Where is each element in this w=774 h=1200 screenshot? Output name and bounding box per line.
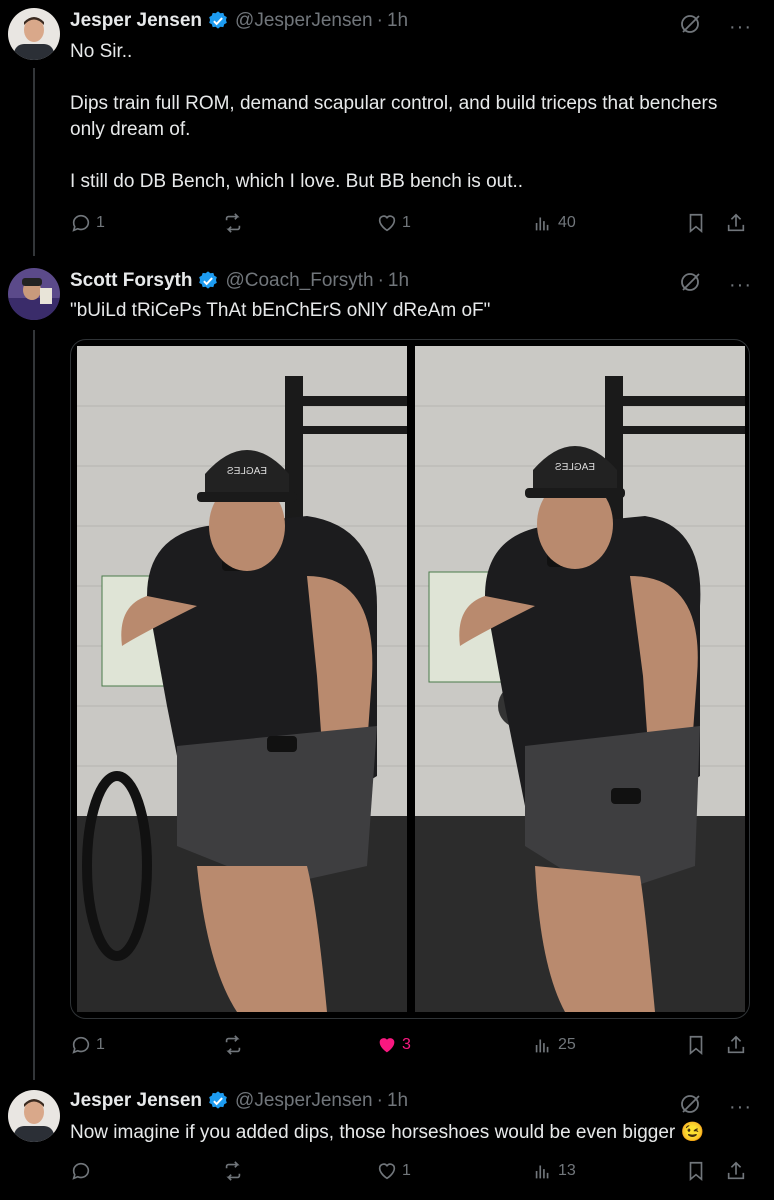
views-button[interactable]: 40 [532, 212, 576, 234]
tweet-actions: 1 13 [70, 1160, 758, 1188]
tweet-header: Jesper Jensen @JesperJensen · 1h [70, 10, 408, 32]
grok-icon[interactable] [679, 12, 703, 41]
repost-icon [225, 213, 241, 233]
share-icon [727, 213, 745, 232]
heart-icon [378, 215, 396, 232]
tweet-header: Jesper Jensen @JesperJensen · 1h [70, 1090, 408, 1112]
view-count: 25 [558, 1036, 576, 1053]
share-button[interactable] [725, 1034, 747, 1056]
grok-icon[interactable] [679, 1092, 703, 1121]
like-button[interactable]: 1 [376, 212, 411, 234]
tweet-3[interactable]: Jesper Jensen @JesperJensen · 1h ··· Now… [0, 1080, 774, 1200]
reply-count: 1 [96, 214, 105, 231]
handle[interactable]: @Coach_Forsyth [225, 270, 373, 292]
repost-button[interactable] [222, 1034, 248, 1056]
heart-icon [379, 1038, 395, 1053]
like-count: 1 [402, 1162, 411, 1179]
handle[interactable]: @JesperJensen [235, 1090, 373, 1112]
verified-badge-icon [207, 10, 229, 32]
share-icon [727, 1035, 745, 1054]
views-button[interactable]: 25 [532, 1034, 576, 1056]
tweet-actions: 1 1 40 [70, 212, 758, 240]
reply-button[interactable]: 1 [70, 1034, 105, 1056]
tweet-top-icons: ··· [679, 1092, 752, 1121]
avatar[interactable] [8, 1090, 60, 1142]
dot-separator: · [377, 270, 384, 291]
repost-button[interactable] [222, 1160, 248, 1182]
bookmark-button[interactable] [685, 1160, 707, 1182]
timestamp[interactable]: 1h [387, 10, 408, 32]
display-name[interactable]: Scott Forsyth [70, 270, 192, 292]
reply-icon [72, 214, 90, 232]
tweet-text: "bUiLd tRiCePs ThAt bEnChErS oNlY dReAm … [70, 300, 491, 321]
repost-icon [225, 1161, 241, 1181]
share-button[interactable] [725, 1160, 747, 1182]
like-button[interactable]: 1 [376, 1160, 411, 1182]
avatar[interactable] [8, 8, 60, 60]
verified-badge-icon [207, 1090, 229, 1112]
reply-count: 1 [96, 1036, 105, 1053]
display-name[interactable]: Jesper Jensen [70, 1090, 202, 1112]
view-count: 13 [558, 1162, 576, 1179]
tweet-top-icons: ··· [679, 270, 752, 299]
grok-icon[interactable] [679, 270, 703, 299]
views-button[interactable]: 13 [532, 1160, 576, 1182]
bookmark-icon [689, 213, 703, 234]
timestamp[interactable]: 1h [387, 1090, 408, 1112]
timestamp[interactable]: 1h [388, 270, 409, 292]
view-count: 40 [558, 214, 576, 231]
verified-badge-icon [197, 270, 219, 292]
dot-separator: · [376, 10, 383, 31]
cap-text: EAGLES [227, 466, 267, 477]
bookmark-icon [689, 1035, 703, 1056]
like-count: 3 [402, 1036, 411, 1053]
tweet-text: No Sir.. Dips train full ROM, demand sca… [70, 41, 718, 192]
share-icon [727, 1161, 745, 1180]
views-icon [535, 217, 549, 231]
handle[interactable]: @JesperJensen [235, 10, 373, 32]
tweet-media[interactable]: EAGLES EAGLES [70, 339, 750, 1019]
heart-icon [378, 1163, 396, 1180]
views-icon [535, 1165, 549, 1179]
bookmark-icon [689, 1161, 703, 1182]
more-icon[interactable]: ··· [729, 1097, 752, 1117]
tweet-header: Scott Forsyth @Coach_Forsyth · 1h [70, 270, 409, 292]
display-name[interactable]: Jesper Jensen [70, 10, 202, 32]
reply-button[interactable] [70, 1160, 96, 1182]
tweet-1[interactable]: Jesper Jensen @JesperJensen · 1h ··· No … [0, 0, 774, 250]
more-icon[interactable]: ··· [729, 17, 752, 37]
bookmark-button[interactable] [685, 1034, 707, 1056]
like-count: 1 [402, 214, 411, 231]
repost-icon [225, 1035, 241, 1055]
views-icon [535, 1039, 549, 1053]
tweet-top-icons: ··· [679, 12, 752, 41]
bookmark-button[interactable] [685, 212, 707, 234]
photo-left[interactable]: EAGLES [77, 346, 407, 1012]
repost-button[interactable] [222, 212, 248, 234]
more-icon[interactable]: ··· [729, 275, 752, 295]
dot-separator: · [376, 1090, 383, 1111]
tweet-text: Now imagine if you added dips, those hor… [70, 1122, 705, 1143]
photo-right[interactable]: EAGLES [415, 346, 745, 1012]
avatar[interactable] [8, 268, 60, 320]
reply-icon [72, 1162, 90, 1180]
like-button[interactable]: 3 [376, 1034, 411, 1056]
reply-button[interactable]: 1 [70, 212, 105, 234]
tweet-actions: 1 3 25 [70, 1034, 758, 1062]
reply-icon [72, 1036, 90, 1054]
share-button[interactable] [725, 212, 747, 234]
cap-text: EAGLES [555, 462, 595, 473]
